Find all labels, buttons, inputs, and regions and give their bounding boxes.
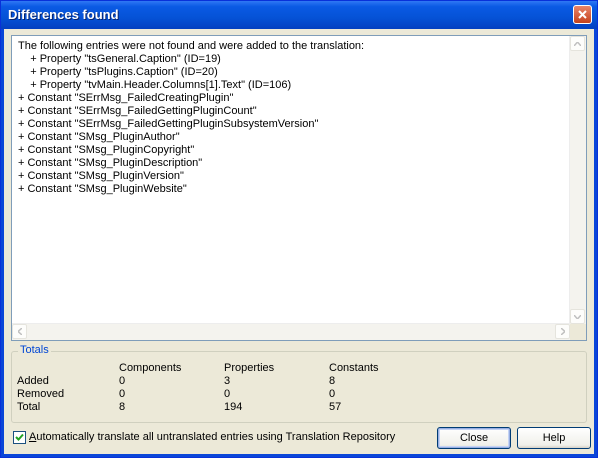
removed-constants: 0: [329, 388, 336, 400]
list-item: + Constant "SErrMsg_FailedCreatingPlugin…: [18, 92, 234, 104]
row-label-added: Added: [17, 375, 49, 387]
removed-components: 0: [119, 388, 126, 400]
differences-text: The following entries were not found and…: [18, 40, 566, 324]
horizontal-scrollbar[interactable]: [12, 323, 570, 340]
dialog-window: Differences found The following entries …: [0, 0, 598, 458]
chevron-right-icon: [560, 327, 566, 336]
checkmark-icon: [15, 433, 24, 441]
list-item: + Constant "SMsg_PluginAuthor": [18, 131, 180, 143]
header-components: Components: [119, 362, 182, 374]
close-icon: [578, 10, 587, 19]
row-label-removed: Removed: [17, 388, 65, 400]
list-item: + Constant "SErrMsg_FailedGettingPluginS…: [18, 118, 319, 130]
list-item: + Constant "SMsg_PluginVersion": [18, 170, 184, 182]
chevron-left-icon: [16, 327, 22, 336]
list-item: + Property "tvMain.Header.Columns[1].Tex…: [18, 79, 292, 91]
window-close-button[interactable]: [573, 5, 592, 24]
header-properties: Properties: [224, 362, 275, 374]
added-properties: 3: [224, 375, 231, 387]
scrollbar-corner: [570, 324, 586, 340]
totals-legend: Totals: [18, 344, 51, 356]
list-item: + Property "tsGeneral.Caption" (ID=19): [18, 53, 221, 65]
totals-group: Totals Components Properties Constants A…: [11, 344, 587, 423]
auto-translate-label[interactable]: Automatically translate all untranslated…: [29, 431, 395, 443]
list-item: + Constant "SMsg_PluginWebsite": [18, 183, 187, 195]
total-constants: 57: [329, 401, 342, 413]
differences-list[interactable]: The following entries were not found and…: [11, 35, 587, 341]
vertical-scrollbar[interactable]: [569, 36, 586, 324]
list-item: + Constant "SMsg_PluginCopyright": [18, 144, 195, 156]
added-constants: 8: [329, 375, 336, 387]
chevron-down-icon: [573, 314, 582, 321]
scroll-up-button[interactable]: [570, 36, 585, 51]
row-label-total: Total: [17, 401, 41, 413]
window-title: Differences found: [8, 7, 119, 22]
header-constants: Constants: [329, 362, 379, 374]
total-properties: 194: [224, 401, 243, 413]
removed-properties: 0: [224, 388, 231, 400]
total-components: 8: [119, 401, 126, 413]
dialog-client: The following entries were not found and…: [4, 29, 594, 454]
help-button[interactable]: Help: [517, 427, 591, 449]
auto-translate-checkbox[interactable]: [13, 431, 26, 444]
scroll-right-button[interactable]: [555, 324, 570, 339]
added-components: 0: [119, 375, 126, 387]
list-item: + Property "tsPlugins.Caption" (ID=20): [18, 66, 218, 78]
list-item: The following entries were not found and…: [18, 40, 365, 52]
chevron-up-icon: [573, 40, 582, 47]
title-bar[interactable]: Differences found: [1, 1, 597, 29]
scroll-down-button[interactable]: [570, 309, 585, 324]
list-item: + Constant "SMsg_PluginDescription": [18, 157, 203, 169]
scroll-left-button[interactable]: [12, 324, 27, 339]
close-button[interactable]: Close: [437, 427, 511, 449]
list-item: + Constant "SErrMsg_FailedGettingPluginC…: [18, 105, 257, 117]
